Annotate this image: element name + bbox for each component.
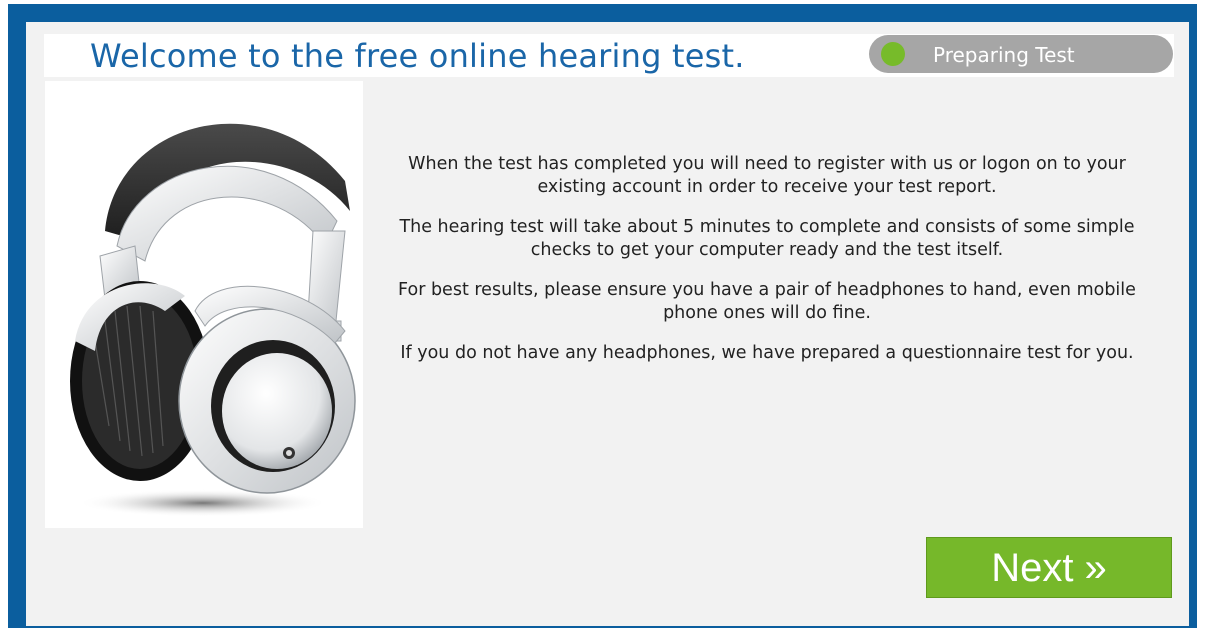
status-dot-icon xyxy=(881,42,905,66)
intro-text: When the test has completed you will nee… xyxy=(372,153,1162,382)
intro-paragraph: For best results, please ensure you have… xyxy=(398,280,1136,323)
headphones-image xyxy=(45,81,363,528)
headphones-icon xyxy=(70,123,356,517)
next-button[interactable]: Next » xyxy=(926,537,1172,598)
status-indicator: Preparing Test xyxy=(869,35,1173,73)
intro-paragraph: The hearing test will take about 5 minut… xyxy=(399,217,1135,260)
status-label: Preparing Test xyxy=(933,43,1075,67)
page-title: Welcome to the free online hearing test. xyxy=(90,37,745,75)
intro-paragraph: When the test has completed you will nee… xyxy=(408,154,1126,197)
intro-paragraph: If you do not have any headphones, we ha… xyxy=(400,343,1134,363)
